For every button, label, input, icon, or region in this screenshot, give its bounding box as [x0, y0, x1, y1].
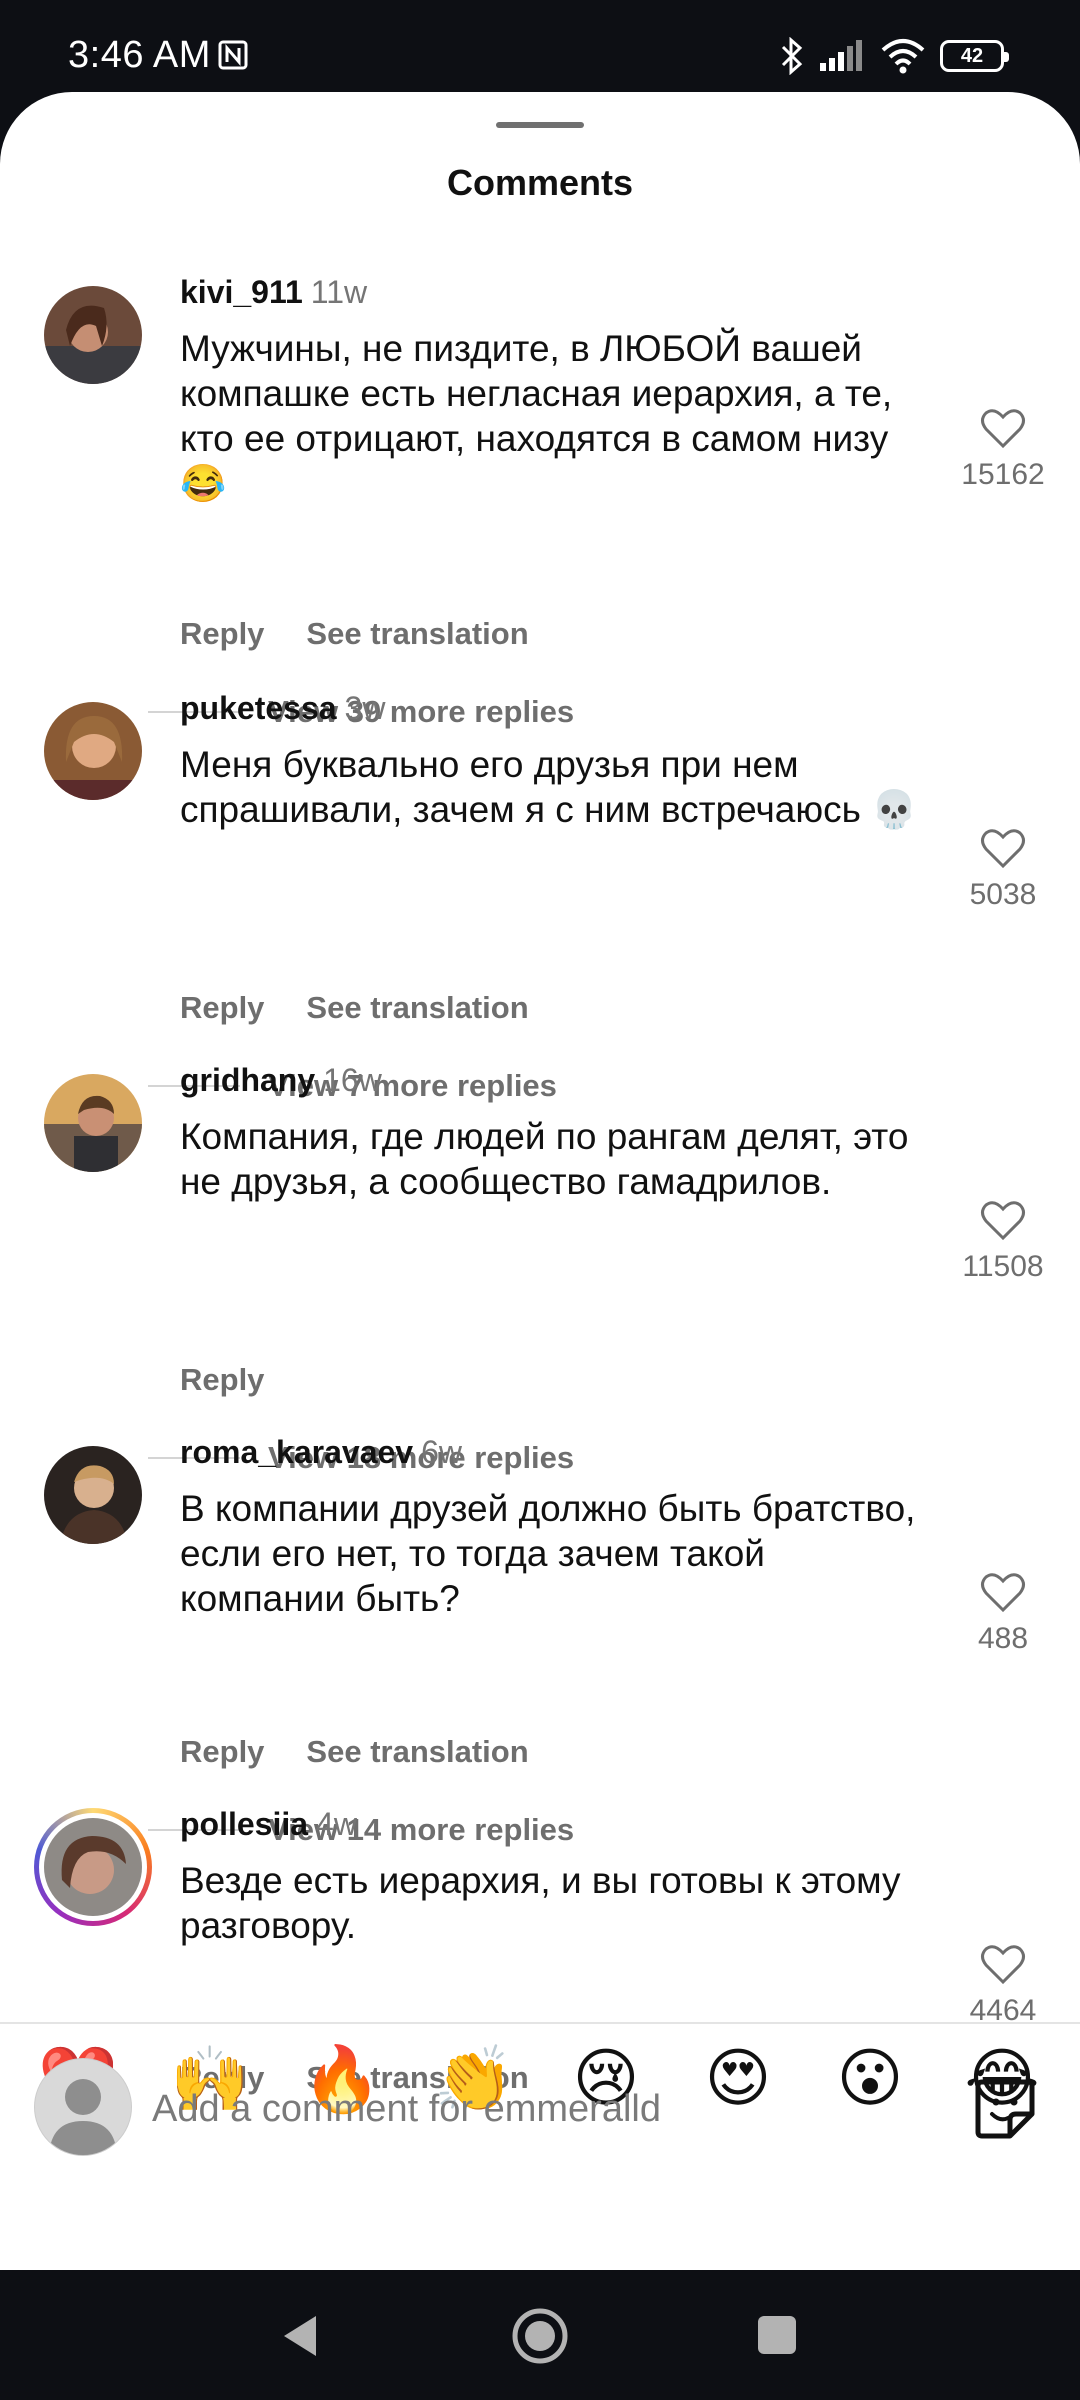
heart-icon[interactable]	[980, 828, 1026, 870]
nfc-icon	[218, 40, 248, 70]
battery-icon: 42	[940, 40, 1009, 72]
wifi-icon	[881, 39, 925, 74]
signal-icon	[820, 40, 862, 71]
avatar[interactable]	[44, 1074, 142, 1172]
like-count: 5038	[969, 878, 1037, 911]
comment-username[interactable]: roma_karavaev	[180, 1434, 413, 1470]
avatar[interactable]	[44, 286, 142, 384]
user-avatar	[34, 2058, 132, 2156]
comment-input[interactable]	[150, 2076, 914, 2142]
avatar[interactable]	[44, 1446, 142, 1544]
comment-username[interactable]: kivi_911	[180, 274, 303, 310]
drag-handle[interactable]	[496, 122, 584, 128]
comment-composer	[0, 2054, 1080, 2164]
comment-actions: Reply See translation	[180, 1734, 571, 1770]
comment-text: В компании друзей должно быть братство, …	[180, 1488, 916, 1619]
like-count: 15162	[961, 458, 1045, 491]
like-button[interactable]: 11508	[940, 1200, 1066, 1284]
home-icon[interactable]	[510, 2306, 570, 2366]
comment-text: Везде есть иерархия, и вы готовы к этому…	[180, 1860, 901, 1946]
comment-time: 4w	[316, 1806, 357, 1842]
like-button[interactable]: 15162	[940, 408, 1066, 492]
see-translation-button[interactable]: See translation	[306, 1734, 528, 1769]
like-button[interactable]: 488	[940, 1572, 1066, 1656]
comment-text: Меня буквально его друзья при нем спраши…	[180, 744, 918, 830]
comment-text: Мужчины, не пиздите, в ЛЮБОЙ вашей компа…	[180, 328, 893, 504]
like-count: 488	[977, 1622, 1029, 1655]
comment-time: 6w	[421, 1434, 462, 1470]
avatar[interactable]	[44, 702, 142, 800]
heart-icon[interactable]	[980, 1944, 1026, 1986]
comment-username[interactable]: pollesiia	[180, 1806, 308, 1842]
heart-icon[interactable]	[980, 1200, 1026, 1242]
comment-time: 16w	[323, 1062, 382, 1098]
status-icons: 42	[780, 36, 1009, 76]
comment-actions: Reply See translation	[180, 990, 571, 1026]
like-button[interactable]: 5038	[940, 828, 1066, 912]
reply-button[interactable]: Reply	[180, 616, 264, 651]
comments-sheet: Comments kivi_911 11w Мужчины, не пиздите…	[0, 92, 1080, 2270]
bluetooth-icon	[781, 37, 803, 75]
comment-text: Компания, где людей по рангам делят, это…	[180, 1116, 909, 1202]
comment-time: 3w	[344, 690, 386, 726]
sticker-icon[interactable]	[970, 2074, 1040, 2144]
reply-button[interactable]: Reply	[180, 1362, 264, 1397]
comment-actions: Reply See translation	[180, 616, 571, 652]
heart-icon[interactable]	[980, 1572, 1026, 1614]
sheet-title: Comments	[446, 162, 634, 203]
comment-username[interactable]: gridhany	[180, 1062, 315, 1098]
comment-actions: Reply	[180, 1362, 306, 1398]
see-translation-button[interactable]: See translation	[306, 990, 528, 1025]
heart-icon[interactable]	[980, 408, 1026, 450]
avatar-story-ring[interactable]	[34, 1808, 152, 1926]
comment-time: 11w	[310, 274, 368, 310]
comment-username[interactable]: puketessa	[180, 690, 337, 726]
reply-button[interactable]: Reply	[180, 1734, 264, 1769]
reply-button[interactable]: Reply	[180, 990, 264, 1025]
system-nav-bar	[0, 2270, 1080, 2400]
see-translation-button[interactable]: See translation	[306, 616, 528, 651]
recents-icon[interactable]	[758, 2316, 796, 2354]
status-time: 3:46 AM	[68, 34, 211, 76]
battery-level: 42	[960, 44, 984, 67]
back-icon[interactable]	[278, 2312, 322, 2360]
like-button[interactable]: 4464	[940, 1944, 1066, 2028]
like-count: 11508	[962, 1250, 1044, 1283]
